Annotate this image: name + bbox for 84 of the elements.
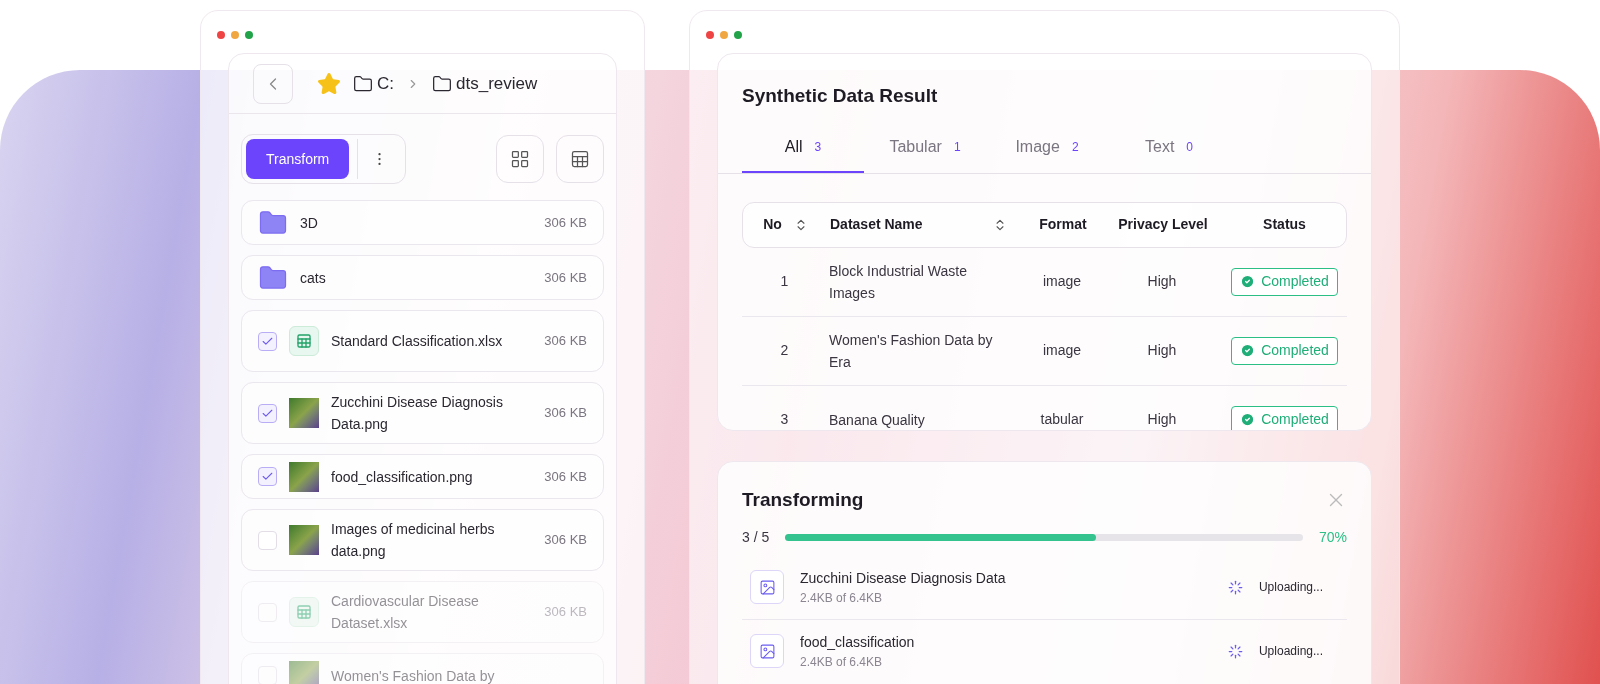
column-header: Format (1039, 215, 1087, 234)
breadcrumb-label: dts_review (456, 72, 538, 95)
status-badge: Completed (1231, 405, 1338, 430)
checkbox[interactable] (258, 403, 277, 423)
file-size: 306 KB (544, 332, 587, 351)
file-row[interactable]: Standard Classification.xlsx 306 KB (241, 310, 604, 372)
upload-status: Uploading... (1258, 643, 1323, 660)
file-name: Standard Classification.xlsx (331, 332, 504, 351)
file-name: Women's Fashion Data by (331, 666, 496, 684)
upload-size: 2.4KB of 6.4KB (800, 589, 884, 607)
file-size: 306 KB (544, 268, 587, 287)
results-title: Synthetic Data Result (741, 84, 939, 108)
column-header: No (763, 215, 782, 234)
image-icon (758, 578, 776, 596)
checkbox[interactable] (258, 530, 277, 550)
table-cell-text: 1 (779, 272, 790, 291)
transform-button[interactable]: Transform (246, 139, 350, 179)
grid-view-button[interactable] (496, 135, 544, 183)
file-row[interactable]: food_classification.png 306 KB (241, 454, 604, 499)
table-cell-text: High (1146, 272, 1178, 291)
file-name: Zucchini Disease Diagnosis Data.png (331, 393, 504, 434)
list-icon (570, 149, 590, 169)
check-icon (261, 470, 274, 483)
photo-placeholder (289, 525, 319, 555)
file-name: 3D (300, 213, 319, 233)
file-name: Cardiovascular Disease Dataset.xlsx (331, 592, 480, 633)
table-cell-text: High (1146, 341, 1178, 360)
file-name: cats (300, 268, 327, 288)
check-circle-icon (1240, 274, 1256, 289)
table-cell-text: image (1041, 341, 1083, 360)
favorite-star-icon[interactable] (317, 71, 341, 96)
file-size: 306 KB (544, 603, 587, 622)
upload-name: food_classification (800, 632, 916, 652)
progress-percent: 70% (1318, 527, 1347, 547)
file-size: 306 KB (544, 213, 587, 232)
table-cell-text: tabular (1039, 410, 1085, 429)
table-cell-text: Women's Fashion Data by Era (828, 330, 994, 372)
upload-size: 2.4KB of 6.4KB (800, 653, 884, 671)
photo-placeholder (289, 398, 319, 428)
grid-icon (510, 149, 530, 169)
progress-count: 3 / 5 (742, 527, 770, 547)
photo-placeholder (289, 660, 319, 684)
file-name: food_classification.png (331, 467, 474, 487)
file-row[interactable]: 3D 306 KB (241, 200, 604, 245)
checkbox[interactable] (258, 331, 277, 351)
photo-placeholder (289, 461, 319, 492)
file-row[interactable]: Zucchini Disease Diagnosis Data.png 306 KB (241, 382, 604, 444)
column-header: Privacy Level (1118, 215, 1208, 234)
file-size: 306 KB (544, 404, 587, 423)
status-badge: Completed (1231, 267, 1338, 296)
file-row[interactable]: cats 306 KB (241, 255, 604, 300)
file-size: 306 KB (544, 467, 587, 486)
folder-icon (353, 73, 373, 94)
check-circle-icon (1240, 343, 1256, 358)
filter-tab[interactable]: Tabular 1 (864, 130, 986, 173)
file-row[interactable]: Images of medicinal herbs data.png 306 KB (241, 509, 604, 571)
more-vertical-icon (378, 152, 382, 166)
table-cell-text: 2 (779, 341, 790, 360)
filter-tab[interactable]: Text 0 (1108, 130, 1230, 173)
file-size: 306 KB (544, 531, 587, 550)
table-cell-text: Block Industrial Waste Images (828, 261, 968, 303)
spinner-icon (1227, 643, 1243, 659)
filter-tab[interactable]: All 3 (742, 130, 864, 173)
transforming-title: Transforming (742, 488, 864, 512)
upload-status: Uploading... (1258, 579, 1323, 596)
folder-icon (432, 73, 452, 94)
list-view-button[interactable] (556, 135, 604, 183)
table-grid-icon (296, 604, 312, 620)
image-icon (758, 642, 776, 660)
file-name: Images of medicinal herbs data.png (331, 520, 496, 561)
column-header: Dataset Name (830, 215, 923, 234)
spinner-icon (1227, 579, 1243, 595)
table-cell-text: image (1041, 272, 1083, 291)
breadcrumb-label: C: (377, 72, 394, 95)
filter-tab[interactable]: Image 2 (986, 130, 1108, 173)
checkbox[interactable] (258, 467, 277, 486)
table-grid-icon (296, 333, 312, 349)
table-cell-text: High (1146, 410, 1178, 429)
column-header: Status (1263, 215, 1306, 234)
table-cell-text: 3 (779, 410, 790, 429)
status-badge: Completed (1231, 336, 1338, 365)
check-circle-icon (1240, 412, 1256, 427)
upload-name: Zucchini Disease Diagnosis Data (800, 568, 1007, 588)
table-cell-text: Banana Quality (828, 410, 926, 430)
